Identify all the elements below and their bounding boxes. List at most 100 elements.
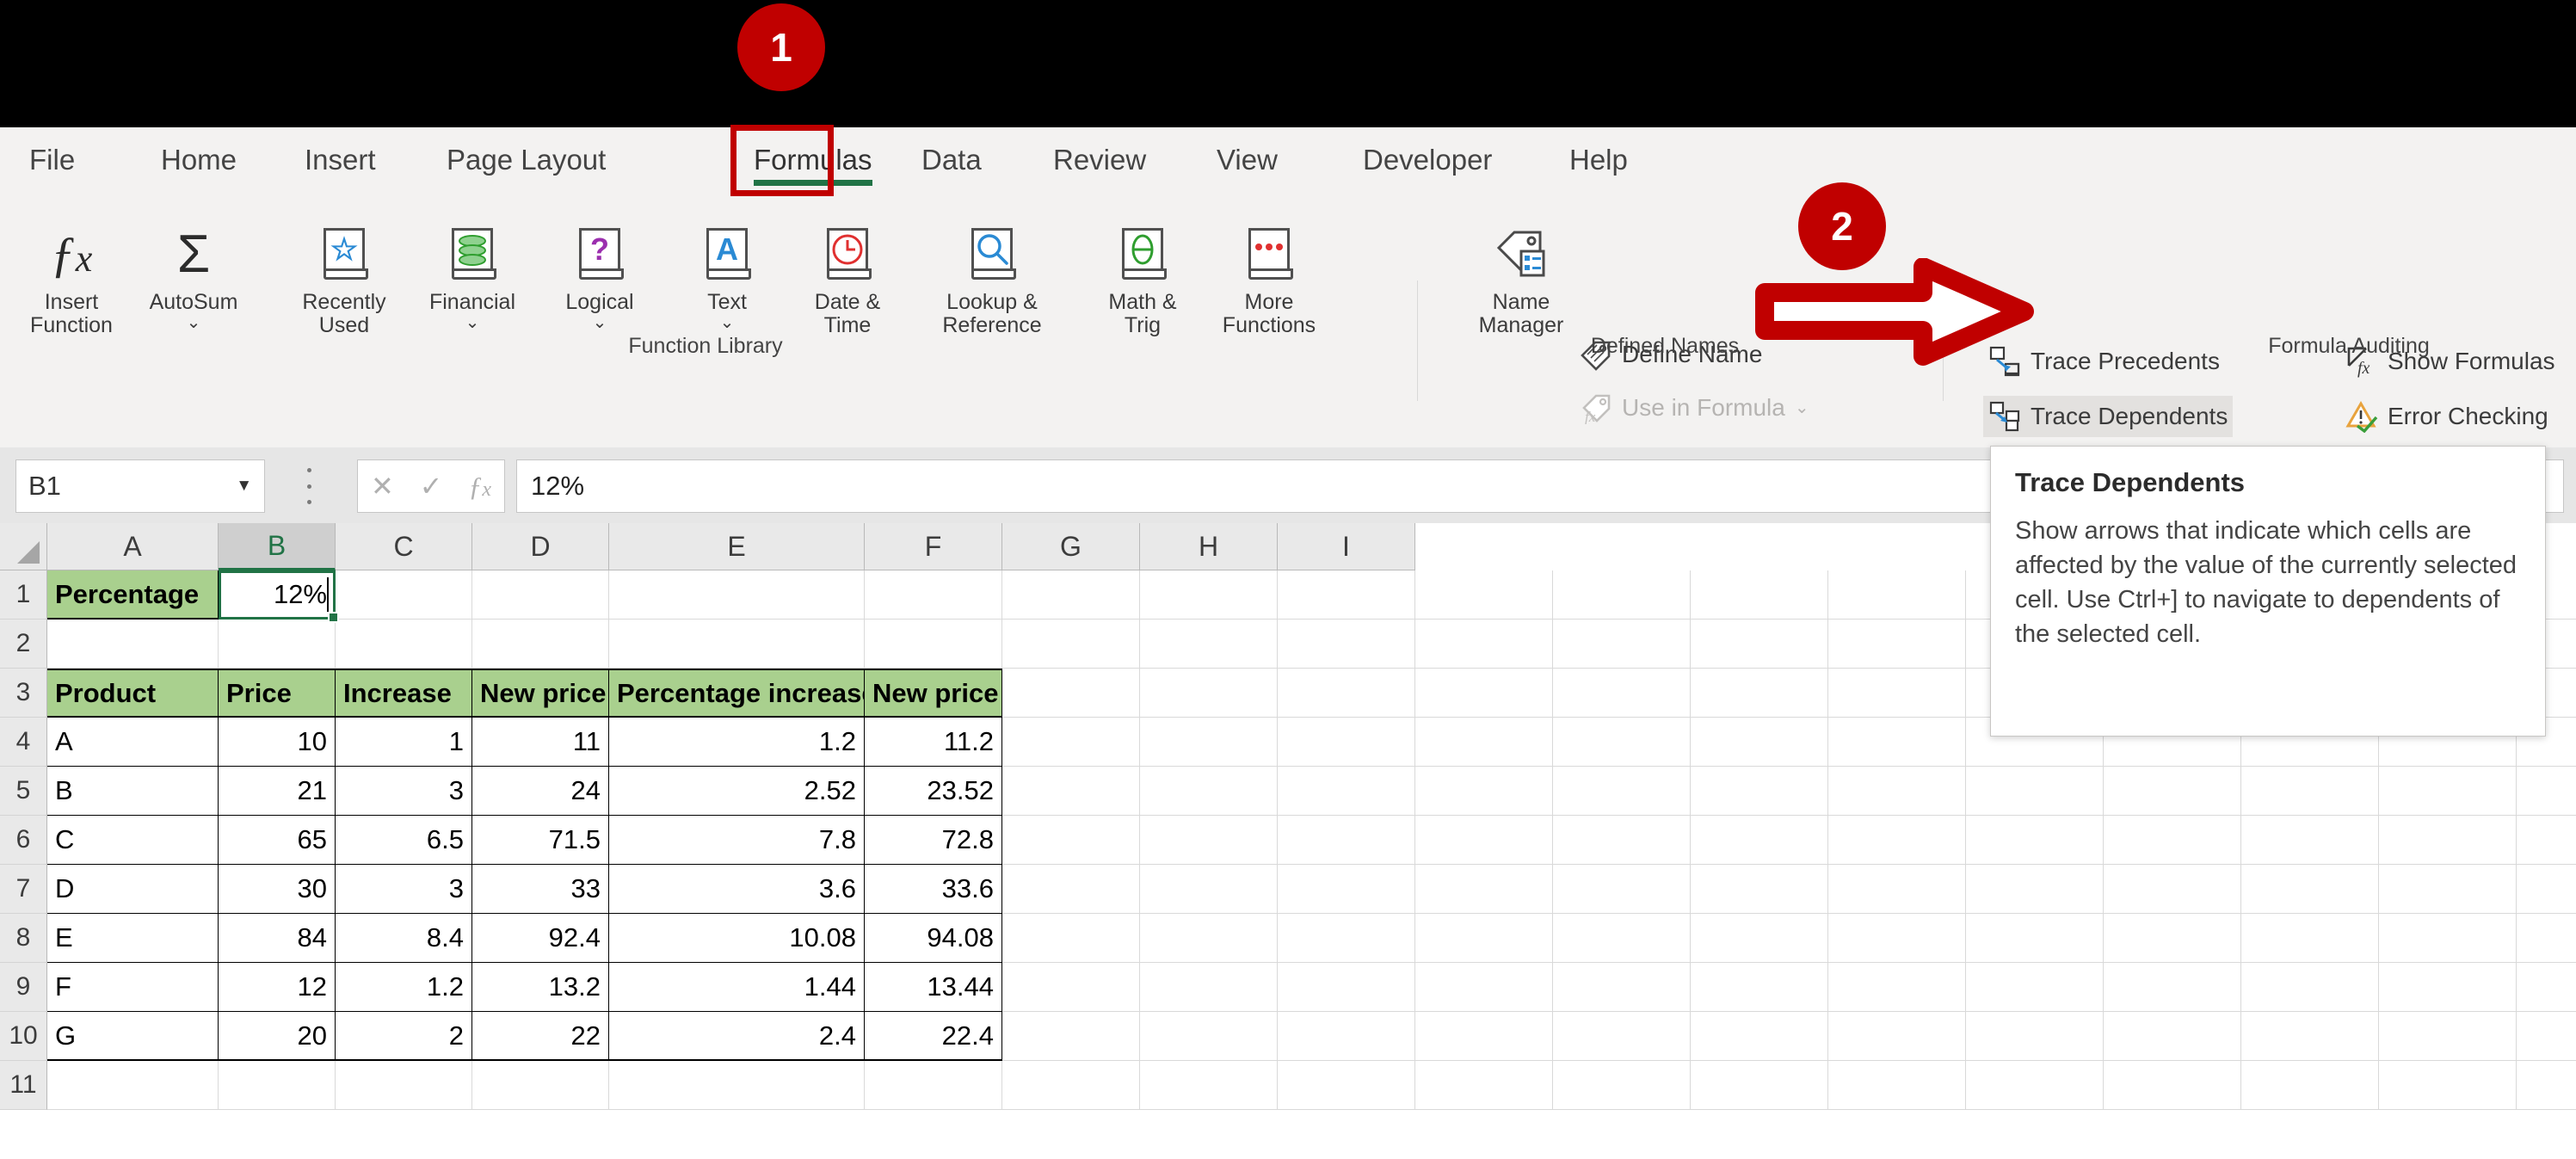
grid-cell-empty[interactable]	[1828, 1061, 1966, 1110]
grid-cell-E6[interactable]: 7.8	[609, 816, 865, 865]
ribbon-tab-help[interactable]: Help	[1557, 127, 1640, 192]
grid-cell-empty[interactable]	[2517, 767, 2576, 816]
grid-cell-empty[interactable]	[1828, 570, 1966, 620]
grid-cell-empty[interactable]	[1553, 1061, 1691, 1110]
chevron-down-icon[interactable]: ⌄	[1795, 399, 1809, 416]
grid-cell-empty[interactable]	[1828, 669, 1966, 718]
grid-cell-empty[interactable]	[2241, 1012, 2379, 1061]
column-header-C[interactable]: C	[336, 523, 472, 570]
grid-cell-empty[interactable]	[1553, 718, 1691, 767]
grid-cell-empty[interactable]	[2104, 1061, 2241, 1110]
grid-cell-empty[interactable]	[1691, 914, 1828, 963]
grid-cell-empty[interactable]	[1691, 865, 1828, 914]
grid-cell-C9[interactable]: 1.2	[336, 963, 472, 1012]
grid-cell-empty[interactable]	[472, 570, 609, 620]
grid-cell-empty[interactable]	[1278, 570, 1415, 620]
grid-cell-D3[interactable]: New price	[472, 669, 609, 718]
grid-cell-empty[interactable]	[1415, 963, 1553, 1012]
grid-cell-B3[interactable]: Price	[219, 669, 336, 718]
grid-cell-empty[interactable]	[1828, 1012, 1966, 1061]
grid-cell-C6[interactable]: 6.5	[336, 816, 472, 865]
ribbon-tab-view[interactable]: View	[1205, 127, 1290, 192]
chevron-down-icon[interactable]: ⌄	[720, 314, 735, 331]
grid-cell-empty[interactable]	[1415, 865, 1553, 914]
grid-cell-empty[interactable]	[1278, 914, 1415, 963]
row-header-7[interactable]: 7	[0, 865, 47, 914]
grid-cell-empty[interactable]	[336, 570, 472, 620]
grid-cell-empty[interactable]	[1691, 963, 1828, 1012]
grid-cell-empty[interactable]	[1002, 1061, 1140, 1110]
grid-cell-C3[interactable]: Increase	[336, 669, 472, 718]
ribbon-button-financial[interactable]: Financial ⌄	[416, 224, 528, 387]
grid-cell-empty[interactable]	[1140, 669, 1278, 718]
grid-cell-empty[interactable]	[1415, 816, 1553, 865]
grid-cell-empty[interactable]	[1691, 620, 1828, 669]
accept-icon[interactable]: ✓	[420, 470, 443, 502]
grid-cell-empty[interactable]	[1966, 914, 2104, 963]
grid-cell-empty[interactable]	[1828, 865, 1966, 914]
grid-cell-E8[interactable]: 10.08	[609, 914, 865, 963]
grid-cell-E5[interactable]: 2.52	[609, 767, 865, 816]
grid-cell-empty[interactable]	[865, 1061, 1002, 1110]
ribbon-button-recently-used[interactable]: ☆ Recently Used	[280, 224, 409, 387]
cancel-icon[interactable]: ✕	[371, 470, 394, 502]
ribbon-button-date-time[interactable]: Date & Time	[783, 224, 912, 387]
grid-cell-empty[interactable]	[1278, 620, 1415, 669]
grid-cell-empty[interactable]	[1140, 620, 1278, 669]
grid-cell-F6[interactable]: 72.8	[865, 816, 1002, 865]
row-header-8[interactable]: 8	[0, 914, 47, 963]
grid-cell-F10[interactable]: 22.4	[865, 1012, 1002, 1061]
grid-cell-empty[interactable]	[2104, 767, 2241, 816]
grid-cell-empty[interactable]	[1691, 669, 1828, 718]
grid-cell-empty[interactable]	[1828, 718, 1966, 767]
ribbon-button-autosum[interactable]: Σ AutoSum ⌄	[138, 224, 250, 387]
grid-cell-F5[interactable]: 23.52	[865, 767, 1002, 816]
column-header-A[interactable]: A	[47, 523, 219, 570]
ribbon-button-text[interactable]: A Text ⌄	[671, 224, 783, 387]
grid-cell-empty[interactable]	[1002, 669, 1140, 718]
grid-cell-empty[interactable]	[2379, 963, 2517, 1012]
grid-cell-empty[interactable]	[1553, 620, 1691, 669]
row-header-1[interactable]: 1	[0, 570, 47, 620]
grid-cell-empty[interactable]	[1691, 718, 1828, 767]
grid-cell-empty[interactable]	[1415, 914, 1553, 963]
ribbon-button-lookup-reference[interactable]: Lookup & Reference	[927, 224, 1057, 387]
formula-bar-handle[interactable]	[305, 468, 312, 504]
grid-cell-empty[interactable]	[1691, 570, 1828, 620]
grid-cell-empty[interactable]	[2241, 865, 2379, 914]
grid-cell-E3[interactable]: Percentage increase	[609, 669, 865, 718]
grid-cell-empty[interactable]	[2104, 816, 2241, 865]
grid-cell-empty[interactable]	[1002, 767, 1140, 816]
row-header-10[interactable]: 10	[0, 1012, 47, 1061]
grid-cell-A4[interactable]: A	[47, 718, 219, 767]
grid-cell-empty[interactable]	[2517, 914, 2576, 963]
grid-cell-empty[interactable]	[609, 570, 865, 620]
grid-cell-B7[interactable]: 30	[219, 865, 336, 914]
grid-cell-empty[interactable]	[336, 620, 472, 669]
grid-cell-empty[interactable]	[1553, 767, 1691, 816]
chevron-down-icon[interactable]: ▼	[236, 477, 252, 496]
grid-cell-F7[interactable]: 33.6	[865, 865, 1002, 914]
ribbon-tab-formulas[interactable]: Formulas	[742, 127, 884, 192]
grid-cell-empty[interactable]	[219, 1061, 336, 1110]
grid-cell-F3[interactable]: New price	[865, 669, 1002, 718]
grid-cell-E9[interactable]: 1.44	[609, 963, 865, 1012]
select-all-corner[interactable]	[0, 523, 47, 570]
grid-cell-empty[interactable]	[2104, 914, 2241, 963]
column-header-G[interactable]: G	[1002, 523, 1140, 570]
ribbon-tab-review[interactable]: Review	[1041, 127, 1158, 192]
grid-cell-empty[interactable]	[1966, 963, 2104, 1012]
grid-cell-A10[interactable]: G	[47, 1012, 219, 1061]
grid-cell-empty[interactable]	[865, 570, 1002, 620]
ribbon-tab-developer[interactable]: Developer	[1351, 127, 1504, 192]
grid-cell-empty[interactable]	[1966, 1012, 2104, 1061]
grid-cell-empty[interactable]	[1415, 620, 1553, 669]
grid-cell-empty[interactable]	[609, 620, 865, 669]
grid-cell-B10[interactable]: 20	[219, 1012, 336, 1061]
grid-cell-A1[interactable]: Percentage	[47, 570, 219, 620]
ribbon-button-name-manager[interactable]: Name Manager	[1457, 224, 1586, 387]
ribbon-button-insert-function[interactable]: ƒx Insert Function	[7, 224, 136, 387]
grid-cell-empty[interactable]	[1415, 669, 1553, 718]
grid-cell-empty[interactable]	[1691, 1012, 1828, 1061]
row-header-5[interactable]: 5	[0, 767, 47, 816]
